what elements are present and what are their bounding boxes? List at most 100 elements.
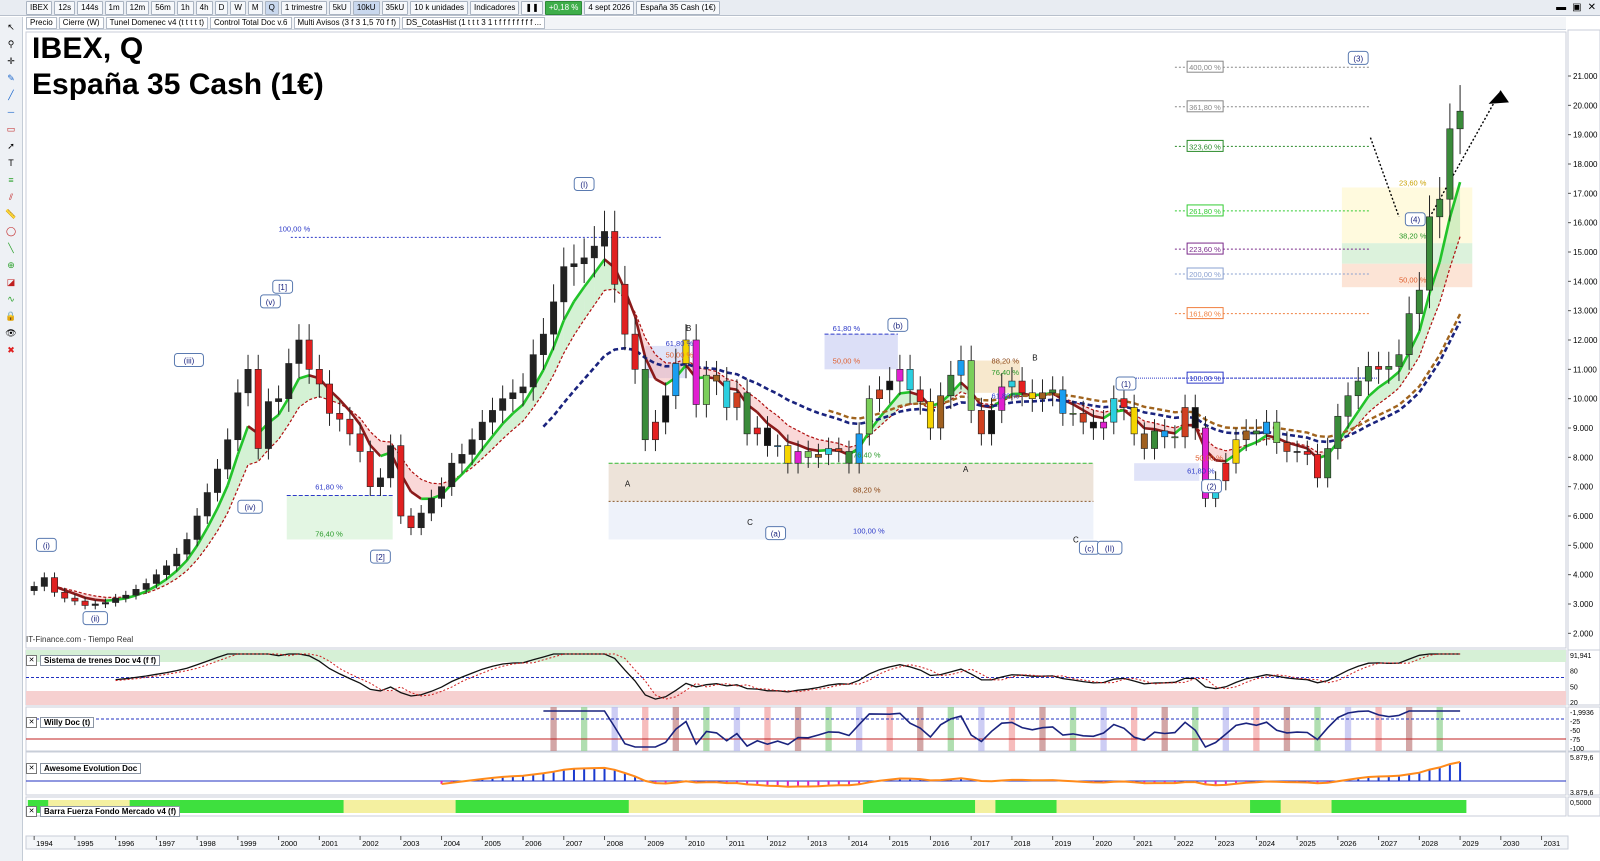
candle-body (152, 574, 160, 584)
x-tick-label: 2024 (1258, 839, 1275, 848)
candle-body (1446, 128, 1454, 200)
y-tick-label: 16.000 (1573, 219, 1598, 228)
candle-body (1426, 216, 1433, 291)
wave-label: (iii) (184, 357, 195, 366)
zone-label: 38,20 % (1399, 231, 1427, 240)
retrace-label: 61,80 % (1187, 466, 1215, 475)
candle-body (1100, 421, 1108, 429)
wave-label: (iv) (245, 503, 256, 512)
y-tick-label: 4.000 (1573, 571, 1594, 580)
candle-body (183, 539, 191, 555)
candle-body (988, 410, 996, 435)
chart-subtitle: España 35 Cash (1€) (32, 68, 324, 101)
awesome-bar (593, 768, 596, 781)
candle-body (641, 369, 649, 441)
fib-label: 223,60 % (1189, 245, 1221, 254)
y-tick-label: 15.000 (1573, 248, 1598, 257)
x-tick-label: 2025 (1299, 839, 1316, 848)
candle-body (825, 448, 833, 455)
willy-bar (733, 707, 741, 751)
candle-body (427, 498, 435, 514)
candle-body (1151, 430, 1158, 449)
retrace-label: 76,40 % (315, 530, 343, 539)
candle-body (499, 398, 507, 411)
candle-body (1436, 198, 1444, 218)
x-tick-label: 2016 (932, 839, 949, 848)
candle-body (631, 333, 639, 370)
wave-label: [1] (278, 283, 287, 292)
y-tick-label: 14.000 (1573, 277, 1598, 286)
fib-label: 161,80 % (1189, 310, 1221, 319)
panel-barra-header: ✕ Barra Fuerza Fondo Mercado v4 (f) (26, 806, 181, 817)
candle-body (753, 427, 761, 435)
fast-ma-line (338, 398, 351, 412)
awesome-bar (562, 769, 565, 781)
candle-body (672, 363, 680, 397)
candle-body (1263, 421, 1271, 435)
candle-body (366, 451, 374, 487)
willy-bar (1283, 707, 1291, 751)
close-panel-icon[interactable]: ✕ (26, 655, 37, 666)
candle-body (346, 418, 354, 435)
panel-frame-awesome (25, 751, 1567, 796)
x-tick-label: 2008 (607, 839, 624, 848)
y-tick-label: 2.000 (1573, 629, 1594, 638)
candle-body (713, 374, 721, 382)
candle-body (40, 577, 48, 587)
fib-zones: 400,00 % 361,80 % 323,60 % 261,80 % 223,60 %… (286, 60, 1473, 540)
candle-body (937, 395, 945, 429)
close-panel-icon[interactable]: ✕ (26, 806, 37, 817)
panel-awesome-name[interactable]: Awesome Evolution Doc (40, 763, 142, 774)
candle-body (336, 413, 344, 420)
candle-body (1161, 430, 1169, 438)
retrace-label: 50,00 % (833, 356, 861, 365)
candle-body (1395, 354, 1403, 367)
candle-body (1181, 407, 1189, 438)
panel-barra-name[interactable]: Barra Fuerza Fondo Mercado v4 (f) (40, 806, 181, 817)
zone-lateral-low (608, 501, 1094, 540)
awesome-bar (572, 768, 575, 781)
retrace-label: 76,40 % (853, 450, 881, 459)
y-tick-label: 6.000 (1573, 512, 1594, 521)
zone-label: 23,60 % (1399, 178, 1427, 187)
awesome-bar (1448, 764, 1451, 781)
candle-body (1110, 398, 1118, 423)
close-panel-icon[interactable]: ✕ (26, 763, 37, 774)
candle-body (957, 360, 965, 376)
arrow-head (1488, 90, 1509, 104)
candle-body (1314, 454, 1321, 479)
candle-body (1283, 442, 1291, 452)
willy-bar (855, 707, 863, 751)
willy-bar (580, 707, 588, 751)
candle-body (315, 369, 323, 385)
candle-body (1222, 462, 1230, 482)
candle-body (214, 468, 221, 493)
y-tick-label: 7.000 (1573, 483, 1594, 492)
candle-body (81, 600, 89, 606)
panel-awesome-header: ✕ Awesome Evolution Doc (26, 763, 142, 774)
plot-frame (25, 31, 1567, 649)
candle-body (1049, 389, 1057, 394)
candle-body (275, 398, 283, 402)
candle-body (967, 360, 975, 411)
candle-body (478, 421, 486, 441)
willy-bar (1253, 707, 1260, 751)
candle-body (1334, 415, 1342, 449)
fib-label: 400,00 % (1189, 63, 1221, 72)
candle-body (285, 363, 293, 399)
candle-body (804, 451, 812, 458)
wave-letter: C (747, 518, 753, 527)
y-tick-label: 3.000 (1573, 600, 1594, 609)
panel-trenes-name[interactable]: Sistema de trenes Doc v4 (f f) (40, 655, 161, 666)
y-tick-label: 12.000 (1573, 336, 1598, 345)
chart-title: IBEX, Q (32, 32, 144, 65)
x-tick-label: 2011 (729, 839, 745, 848)
panel-axis-label: 0,5000 (1570, 800, 1592, 807)
retrace-label: 88,20 % (853, 486, 881, 495)
price-chart[interactable]: 400,00 % 361,80 % 323,60 % 261,80 % 223,60 %… (0, 0, 1600, 861)
close-panel-icon[interactable]: ✕ (26, 717, 37, 728)
panel-willy-name[interactable]: Willy Doc (t) (40, 717, 95, 728)
candle-body (264, 401, 272, 449)
panel-axis-label: 91,941 (1570, 653, 1592, 660)
candle-body (1232, 439, 1240, 464)
